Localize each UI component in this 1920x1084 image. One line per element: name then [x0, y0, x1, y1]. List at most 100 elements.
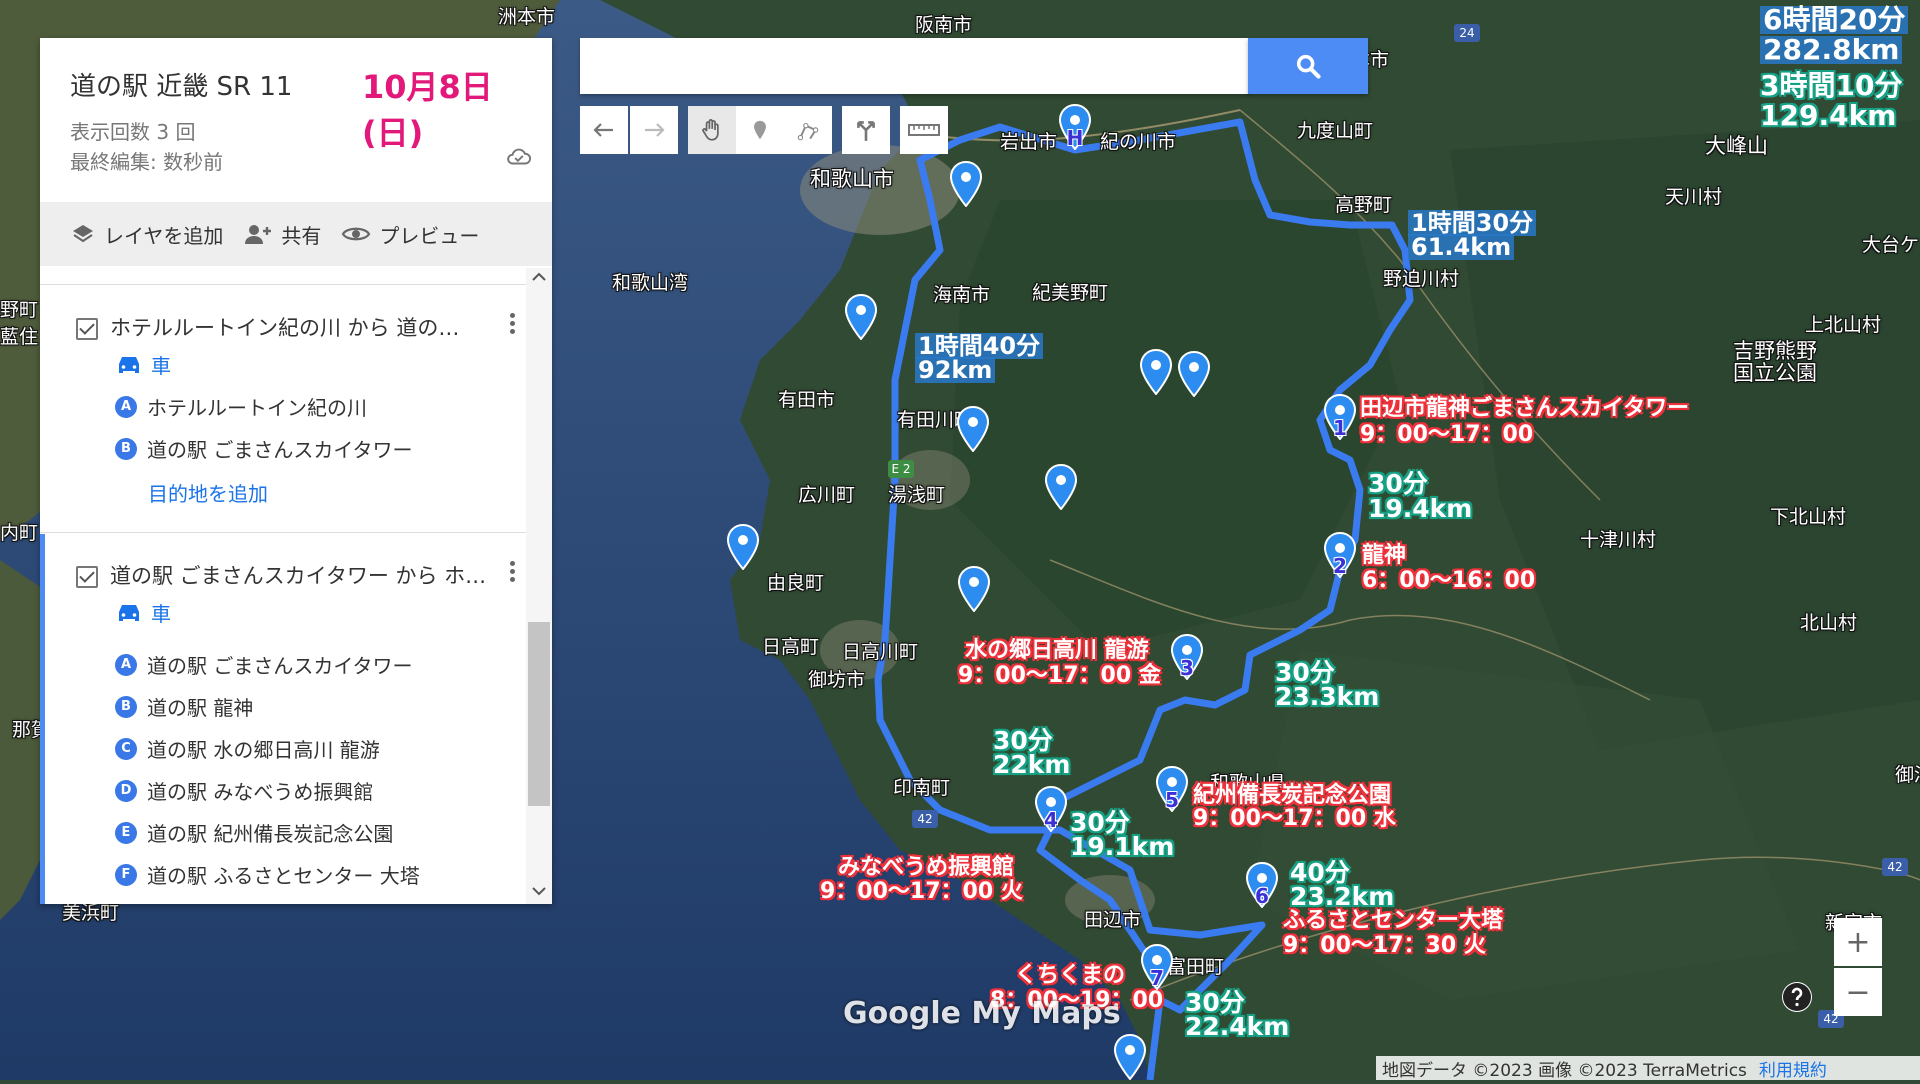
last-edited: 最終編集: 数秒前 — [70, 150, 224, 174]
preview-button[interactable]: プレビュー — [341, 220, 479, 249]
map-marker[interactable]: H — [1058, 103, 1092, 151]
eye-icon — [342, 227, 371, 241]
add-directions-button[interactable] — [842, 106, 890, 154]
map-marker[interactable] — [1113, 1033, 1147, 1081]
stop-letter-badge: F — [115, 863, 137, 886]
route-stop[interactable]: A ホテルルートイン紀の川 — [115, 392, 367, 421]
travel-mode[interactable]: 車 — [115, 598, 171, 627]
map-marker[interactable] — [949, 160, 983, 208]
scrollbar-thumb[interactable] — [528, 622, 550, 806]
place-label: 天川村 — [1665, 186, 1723, 208]
map-attribution: 地図データ ©2023 画像 ©2023 TerraMetrics 利用規約 — [1376, 1056, 1920, 1081]
place-label: 紀美野町 — [1032, 282, 1109, 304]
map-marker[interactable]: 2 — [1323, 531, 1357, 579]
add-layer-button[interactable]: レイヤを追加 — [70, 220, 223, 249]
layer-visibility-checkbox[interactable] — [76, 318, 98, 340]
map-marker[interactable] — [1177, 350, 1211, 398]
directions-icon — [857, 121, 875, 141]
map-marker[interactable]: 6 — [1245, 861, 1279, 909]
zoom-out-button[interactable]: − — [1834, 968, 1882, 1016]
route-stop[interactable]: B 道の駅 ごまさんスカイタワー — [115, 434, 413, 463]
stop-name: ホテルルートイン紀の川 — [147, 396, 367, 420]
place-label: 阪南市 — [915, 14, 973, 36]
copyright-text: 地図データ ©2023 画像 ©2023 TerraMetrics — [1382, 1060, 1747, 1081]
scroll-down-icon[interactable] — [530, 884, 548, 898]
map-marker[interactable] — [844, 293, 878, 341]
route-stop[interactable]: F 道の駅 ふるさとセンター 大塔 — [115, 860, 420, 889]
map-marker[interactable]: 1 — [1323, 393, 1357, 441]
place-label: 日高町 — [762, 636, 820, 658]
map-marker[interactable] — [1044, 463, 1078, 511]
stop-name: 道の駅 ごまさんスカイタワー — [147, 654, 413, 678]
route-stop[interactable]: C 道の駅 水の郷日高川 龍游 — [115, 734, 380, 763]
map-title[interactable]: 道の駅 近畿 SR 11 — [70, 66, 292, 103]
search-input[interactable] — [580, 38, 1250, 94]
layer-title[interactable]: 道の駅 ごまさんスカイタワー から ホ… — [110, 560, 486, 590]
scrollbar-track[interactable] — [526, 268, 552, 904]
route-stop[interactable]: B 道の駅 龍神 — [115, 692, 253, 721]
stop-letter-badge: E — [115, 821, 137, 844]
place-label: 印南町 — [893, 777, 951, 799]
pan-hand-button[interactable] — [688, 106, 736, 154]
map-pin-icon — [1177, 350, 1211, 398]
map-pin-icon — [1113, 1033, 1147, 1081]
route-sign-42: 42 — [1882, 858, 1908, 876]
route-annotation: 9：00～17：00 火 — [820, 879, 1023, 904]
measure-button[interactable] — [900, 106, 948, 154]
map-marker[interactable] — [957, 565, 991, 613]
layer-title[interactable]: ホテルルートイン紀の川 から 道の… — [110, 312, 459, 342]
map-panel: 道の駅 近畿 SR 11 10月8日(日) 表示回数 3 回 最終編集: 数秒前… — [40, 38, 552, 904]
route-annotation: 9：00～17：00 金 — [958, 663, 1161, 688]
place-label: 高野町 — [1335, 194, 1393, 216]
marker-label: 3 — [1180, 656, 1194, 680]
map-marker[interactable]: 7 — [1140, 943, 1174, 991]
marker-label: H — [1066, 126, 1084, 150]
travel-mode-label: 車 — [151, 602, 171, 626]
stop-name: 道の駅 紀州備長炭記念公園 — [147, 822, 394, 846]
divider — [40, 284, 530, 285]
view-count: 表示回数 3 回 — [70, 120, 196, 144]
travel-mode[interactable]: 車 — [115, 350, 171, 379]
route-stop[interactable]: A 道の駅 ごまさんスカイタワー — [115, 650, 413, 679]
travel-mode-label: 車 — [151, 354, 171, 378]
map-pin-icon — [956, 405, 990, 453]
scroll-up-icon[interactable] — [530, 270, 548, 284]
map-pin-icon — [1139, 348, 1173, 396]
place-label: 岩出市 — [1000, 131, 1058, 153]
car-icon — [119, 356, 139, 373]
route-stop[interactable]: E 道の駅 紀州備長炭記念公園 — [115, 818, 393, 847]
map-marker[interactable]: 4 — [1034, 785, 1068, 833]
map-marker[interactable] — [726, 523, 760, 571]
draw-line-button[interactable] — [784, 106, 832, 154]
add-destination-link[interactable]: 目的地を追加 — [148, 478, 268, 507]
route-annotation: 61.4km — [1408, 234, 1515, 260]
map-marker[interactable] — [1139, 348, 1173, 396]
marker-icon — [754, 120, 766, 140]
add-marker-button[interactable] — [736, 106, 784, 154]
place-label: 由良町 — [767, 572, 825, 594]
place-label: 御坊市 — [808, 669, 866, 691]
layer-visibility-checkbox[interactable] — [76, 566, 98, 588]
add-layer-label: レイヤを追加 — [104, 223, 224, 248]
redo-button[interactable] — [630, 106, 678, 154]
route-stop[interactable]: G道の駅 くちくまの — [115, 902, 313, 904]
place-label: 御浜 — [1895, 764, 1920, 786]
search-button[interactable] — [1248, 38, 1368, 94]
terms-link[interactable]: 利用規約 — [1759, 1056, 1827, 1081]
redo-icon — [645, 123, 665, 137]
layer-options-button[interactable] — [510, 310, 516, 337]
place-label: 日高川町 — [842, 641, 919, 663]
zoom-in-button[interactable]: + — [1834, 918, 1882, 966]
route-stop[interactable]: D 道の駅 みなべうめ振興館 — [115, 776, 373, 805]
route-annotation: 田辺市龍神ごまさんスカイタワー — [1360, 396, 1690, 421]
map-marker[interactable]: 5 — [1155, 765, 1189, 813]
map-marker[interactable]: 3 — [1170, 633, 1204, 681]
map-pin-icon — [1044, 463, 1078, 511]
help-button[interactable] — [1782, 982, 1812, 1012]
map-marker[interactable] — [956, 405, 990, 453]
layer-options-button[interactable] — [510, 558, 516, 585]
google-mymaps-logo: Google My Maps — [843, 996, 1121, 1031]
share-button[interactable]: 共有 — [243, 220, 321, 249]
undo-button[interactable] — [580, 106, 628, 154]
draw-line-icon — [797, 122, 819, 141]
